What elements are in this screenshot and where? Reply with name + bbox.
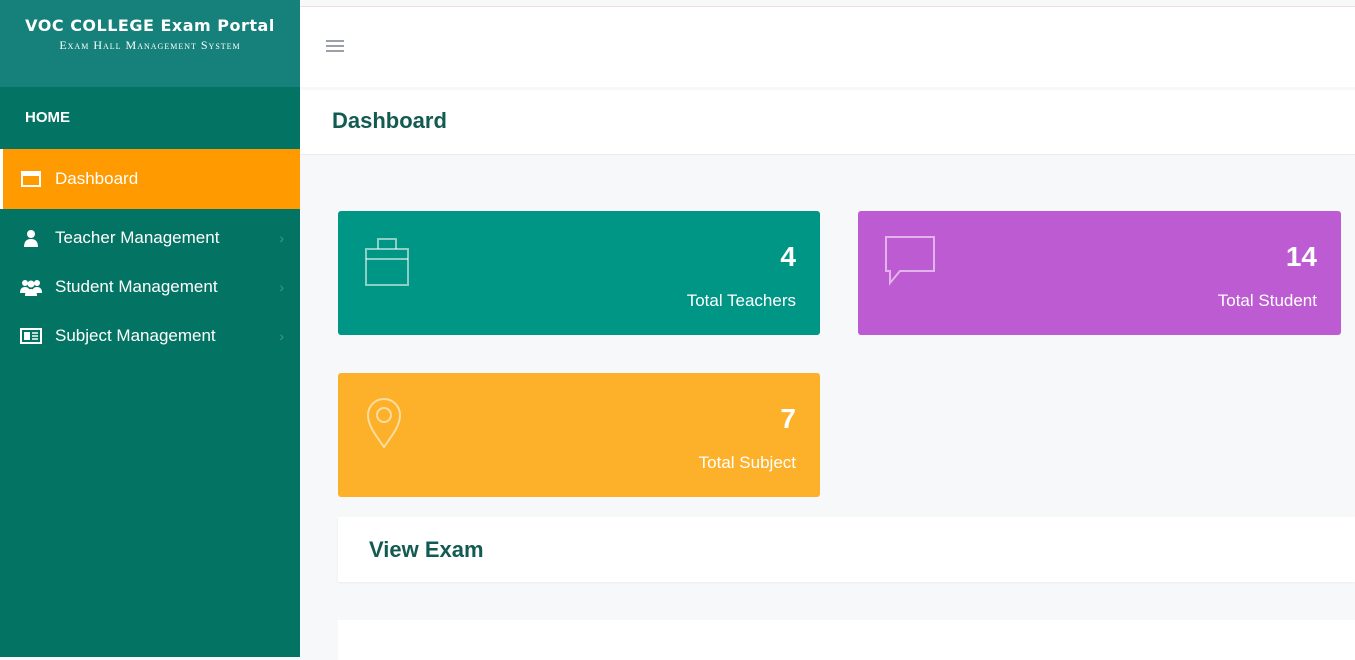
page-header: Dashboard xyxy=(300,90,1355,155)
panel-title: View Exam xyxy=(369,537,484,562)
brand-header: VOC COLLEGE Exam Portal Exam Hall Manage… xyxy=(0,0,300,87)
sidebar-item-label: Student Management xyxy=(55,276,218,296)
hamburger-icon[interactable] xyxy=(326,40,344,55)
chevron-right-icon: › xyxy=(279,229,284,246)
sidebar-item-teacher-management[interactable]: Teacher Management › xyxy=(0,213,300,262)
sidebar-item-subject-management[interactable]: Subject Management › xyxy=(0,311,300,360)
chevron-right-icon: › xyxy=(279,278,284,295)
briefcase-icon xyxy=(364,235,410,292)
sidebar-item-dashboard[interactable]: Dashboard xyxy=(0,149,300,209)
chevron-right-icon: › xyxy=(279,327,284,344)
stat-card-subjects[interactable]: 7 Total Subject xyxy=(338,373,820,497)
stat-label: Total Teachers xyxy=(686,291,796,310)
newspaper-icon xyxy=(20,326,42,346)
brand-title: VOC COLLEGE Exam Portal xyxy=(25,16,275,35)
stat-label: Total Subject xyxy=(698,453,796,472)
page-title: Dashboard xyxy=(332,108,447,133)
stat-card-students[interactable]: 14 Total Student xyxy=(858,211,1341,335)
top-bar xyxy=(300,6,1355,87)
stat-value: 14 xyxy=(1285,241,1317,272)
user-icon xyxy=(20,228,42,248)
stat-value: 4 xyxy=(780,241,796,272)
sidebar-item-label: Dashboard xyxy=(55,169,139,188)
brand-subtitle: Exam Hall Management System xyxy=(59,38,241,52)
exam-content-panel xyxy=(338,620,1355,660)
sidebar-item-label: Teacher Management xyxy=(55,227,220,247)
map-pin-icon xyxy=(364,397,404,454)
sidebar-item-student-management[interactable]: Student Management › xyxy=(0,262,300,311)
stat-label: Total Student xyxy=(1217,291,1317,310)
window-icon xyxy=(20,169,42,189)
stat-card-teachers[interactable]: 4 Total Teachers xyxy=(338,211,820,335)
users-icon xyxy=(20,277,42,297)
sidebar-item-label: Subject Management xyxy=(55,325,216,345)
stat-value: 7 xyxy=(780,403,796,434)
sidebar: VOC COLLEGE Exam Portal Exam Hall Manage… xyxy=(0,0,300,657)
chat-bubble-icon xyxy=(884,235,938,292)
view-exam-panel: View Exam xyxy=(338,517,1355,582)
nav-heading-home: HOME xyxy=(25,109,70,126)
